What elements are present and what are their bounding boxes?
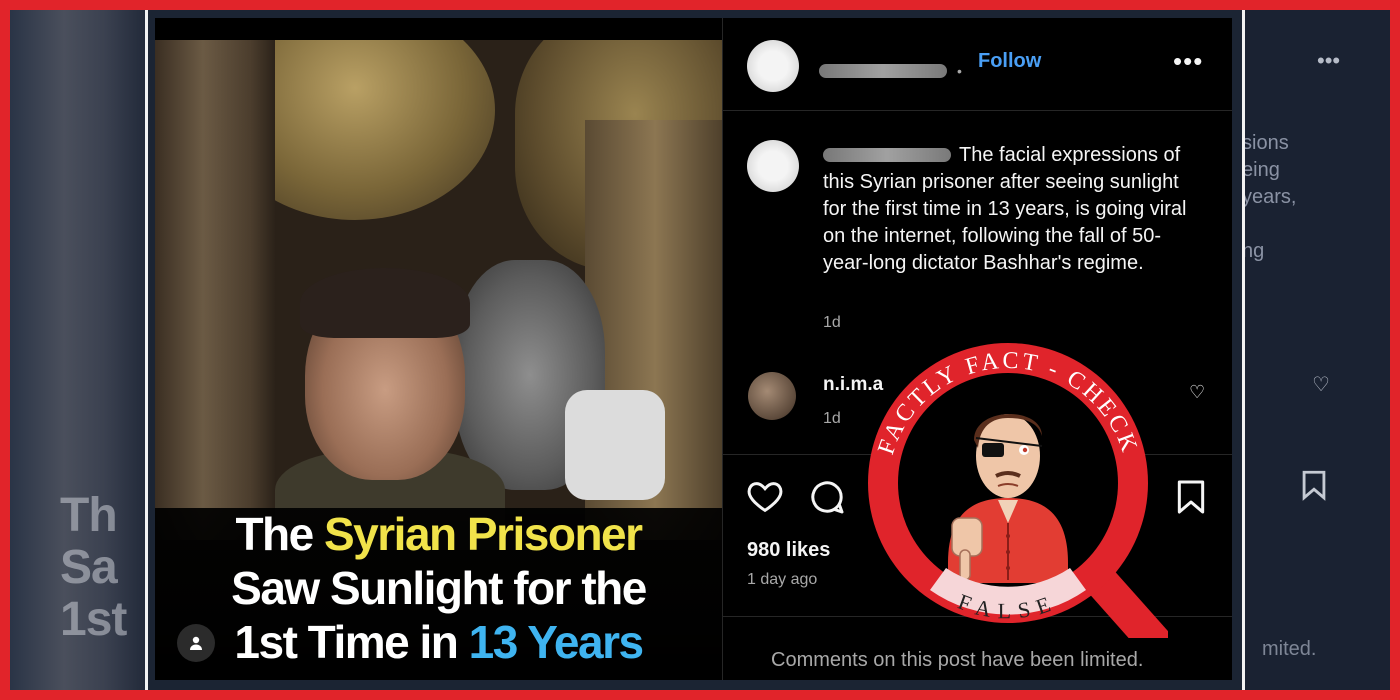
save-bookmark-icon[interactable]: [1171, 477, 1211, 517]
media-caption-overlay: The Syrian Prisoner Saw Sunlight for the…: [155, 508, 722, 680]
blurred-limited-text: mited.: [1262, 638, 1317, 660]
image-frame: Th Sa 1st ••• sions eing years, ng ♡ mit…: [10, 10, 1390, 690]
blurred-fragment-2: eing: [1242, 159, 1280, 181]
commenter-avatar[interactable]: [748, 372, 796, 420]
caption-text: The: [235, 508, 324, 560]
like-heart-icon[interactable]: [745, 477, 785, 517]
post-media[interactable]: The Syrian Prisoner Saw Sunlight for the…: [155, 40, 722, 680]
follow-button[interactable]: Follow: [978, 50, 1041, 73]
blurred-line-2: Sa: [60, 541, 118, 594]
blurred-more-icon: •••: [1317, 48, 1341, 73]
post-header: • Follow •••: [723, 18, 1232, 111]
blurred-fragment-1: sions: [1242, 132, 1289, 154]
caption-text: 1st Time in: [234, 616, 469, 668]
media-caption-line-3: 1st Time in 13 Years: [155, 616, 722, 668]
comment-like-icon[interactable]: ♡: [1189, 382, 1205, 403]
blurred-heart-icon: ♡: [1312, 374, 1330, 396]
media-wall: [155, 40, 275, 540]
comment-bubble-icon[interactable]: [807, 477, 847, 517]
author-avatar[interactable]: [747, 40, 799, 92]
comment-timestamp: 1d: [823, 410, 841, 427]
blurred-bookmark-icon: [1302, 470, 1326, 501]
blurred-fragment-3: years,: [1242, 186, 1297, 208]
divider-right: [1242, 10, 1245, 690]
media-caption-line-1: The Syrian Prisoner: [155, 508, 722, 560]
post-caption: The facial expressions of this Syrian pr…: [823, 142, 1203, 277]
media-caption-line-2: Saw Sunlight for the: [231, 562, 647, 614]
media-person-hair: [300, 268, 470, 338]
blurred-fragment-5: ng: [1242, 240, 1265, 262]
magnifier-handle: [1081, 561, 1168, 638]
blurred-line-1: Th: [60, 489, 118, 542]
post-timestamp: 1 day ago: [747, 571, 818, 588]
caption-highlight: 13 Years: [468, 616, 644, 668]
person-icon: [190, 636, 202, 650]
blurred-line-3: 1st: [60, 593, 127, 646]
author-username-blurred[interactable]: [819, 64, 947, 78]
more-options-button[interactable]: •••: [1173, 46, 1203, 77]
caption-timestamp: 1d: [823, 314, 841, 331]
post-caption-text: The facial expressions of this Syrian pr…: [823, 144, 1187, 274]
fact-check-badge: FACTLY FACT - CHECK FALSE: [868, 343, 1168, 638]
comments-limited-text: Comments on this post have been limited.: [771, 649, 1144, 671]
divider-left: [145, 10, 148, 690]
blurred-caption-right: sions eing years, ng: [1242, 130, 1296, 265]
blurred-background-left: Th Sa 1st: [10, 10, 145, 690]
blurred-fragment-4: [1242, 211, 1296, 238]
header-separator: •: [957, 63, 962, 79]
blurred-caption-left: Th Sa 1st: [60, 489, 127, 646]
like-count[interactable]: 980 likes: [747, 539, 830, 562]
tagged-people-button[interactable]: [177, 624, 215, 662]
caption-author-avatar[interactable]: [747, 140, 799, 192]
caption-highlight: Syrian Prisoner: [324, 508, 643, 560]
media-glove: [565, 390, 665, 500]
blurred-background-right: ••• sions eing years, ng ♡ mited.: [1242, 10, 1390, 690]
